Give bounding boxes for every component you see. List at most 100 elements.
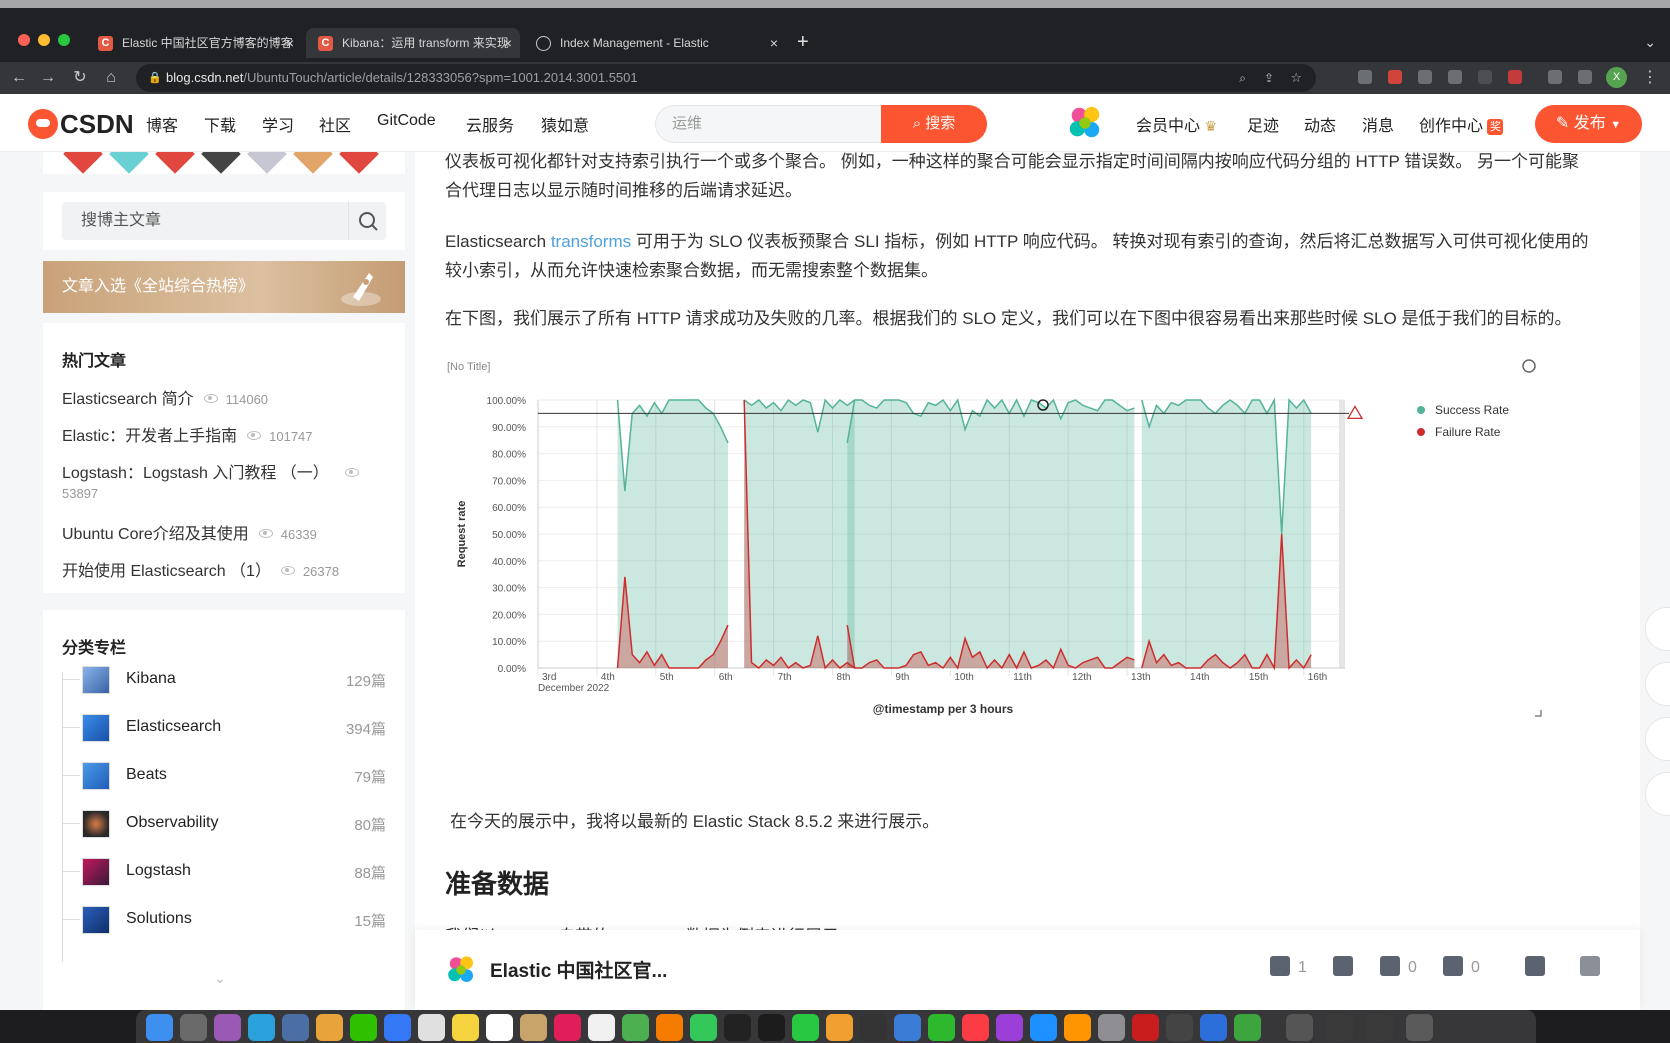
header-search-input[interactable]: 运维: [655, 105, 887, 143]
browser-tab-2[interactable]: C Kibana：运用 transform 来实现 ×: [306, 28, 520, 58]
maximize-window-button[interactable]: [58, 34, 70, 46]
nav-gitcode[interactable]: GitCode: [377, 112, 436, 130]
telegram-icon[interactable]: [248, 1014, 275, 1041]
column-item-solutions[interactable]: Solutions 15篇: [62, 900, 386, 940]
author-avatar-icon[interactable]: [445, 954, 477, 986]
transforms-link[interactable]: transforms: [551, 232, 631, 251]
home-icon[interactable]: ⌂: [101, 68, 121, 88]
extension-icon[interactable]: [1478, 70, 1492, 84]
hot-article-item[interactable]: Elasticsearch 简介 114060: [62, 385, 268, 409]
csdn-logo[interactable]: CSDN: [28, 107, 134, 141]
blogger-search-button[interactable]: [348, 202, 386, 240]
zoom-icon[interactable]: ⌕: [1239, 64, 1246, 92]
hot-list-banner[interactable]: 文章入选《全站综合热榜》: [43, 261, 405, 313]
close-tab-icon[interactable]: ×: [770, 28, 778, 58]
share-icon[interactable]: ⇪: [1264, 64, 1274, 92]
comment-button[interactable]: 0: [1443, 956, 1480, 977]
nav-learn[interactable]: 学习: [262, 112, 294, 136]
close-tab-icon[interactable]: ×: [286, 28, 294, 58]
column-item-observability[interactable]: Observability 80篇: [62, 804, 386, 844]
column-item-kibana[interactable]: Kibana 129篇: [62, 660, 386, 700]
siri-icon[interactable]: [214, 1014, 241, 1041]
reload-icon[interactable]: ↻: [70, 68, 90, 88]
app-icon[interactable]: [1326, 1014, 1353, 1041]
pages-icon[interactable]: [826, 1014, 853, 1041]
extension-icon[interactable]: [1388, 70, 1402, 84]
column-item-logstash[interactable]: Logstash 88篇: [62, 852, 386, 892]
keynote-icon[interactable]: [894, 1014, 921, 1041]
expand-columns-chevron-icon[interactable]: ⌄: [214, 970, 226, 987]
activity-monitor-icon[interactable]: [860, 1014, 887, 1041]
nav-download[interactable]: 下载: [204, 112, 236, 136]
photos-icon[interactable]: [656, 1014, 683, 1041]
notes-icon[interactable]: [452, 1014, 479, 1041]
header-search-button[interactable]: ⌕ 搜索: [881, 105, 987, 143]
nav-yuanruyi[interactable]: 猿如意: [541, 112, 589, 136]
hot-article-item[interactable]: Logstash：Logstash 入门教程 （一）: [62, 459, 359, 483]
new-tab-button[interactable]: +: [797, 32, 809, 52]
float-headset-button[interactable]: [1645, 772, 1670, 816]
app-store-icon[interactable]: [1030, 1014, 1057, 1041]
minimize-window-button[interactable]: [38, 34, 50, 46]
activity-link[interactable]: 动态: [1304, 112, 1336, 136]
footprint-link[interactable]: 足迹: [1247, 112, 1279, 136]
extension-icon[interactable]: [1358, 70, 1372, 84]
app-icon[interactable]: [1366, 1014, 1393, 1041]
profile-avatar[interactable]: X: [1606, 67, 1627, 88]
finder-icon[interactable]: [146, 1014, 173, 1041]
mail-icon[interactable]: [384, 1014, 411, 1041]
app-icon[interactable]: [282, 1014, 309, 1041]
app-icon[interactable]: [1200, 1014, 1227, 1041]
address-bar[interactable]: 🔒 blog.csdn.net/UbuntuTouch/article/deta…: [136, 64, 1316, 92]
acrobat-icon[interactable]: [1132, 1014, 1159, 1041]
float-customer-service-button[interactable]: [1645, 662, 1670, 706]
back-arrow-icon[interactable]: ←: [9, 68, 29, 88]
facetime-icon[interactable]: [792, 1014, 819, 1041]
puzzle-extensions-icon[interactable]: [1548, 70, 1562, 84]
help-icon[interactable]: [1286, 1014, 1313, 1041]
float-report-button[interactable]: [1645, 717, 1670, 761]
messages-icon[interactable]: [690, 1014, 717, 1041]
creation-center-link[interactable]: 创作中心 奖: [1419, 112, 1504, 136]
close-tab-icon[interactable]: ×: [504, 28, 512, 58]
author-name[interactable]: Elastic 中国社区官...: [490, 956, 667, 983]
maps-icon[interactable]: [622, 1014, 649, 1041]
slo-chart[interactable]: [No Title] 100.00% 90.00% 80.00% 70.00% 60.00…: [443, 358, 1603, 758]
numbers-icon[interactable]: [928, 1014, 955, 1041]
terminal-icon[interactable]: [724, 1014, 751, 1041]
hot-article-item[interactable]: 开始使用 Elasticsearch （1） 26378: [62, 557, 339, 581]
float-feedback-button[interactable]: [1645, 607, 1670, 651]
share-button[interactable]: [1525, 956, 1553, 977]
trash-icon[interactable]: [1406, 1014, 1433, 1041]
browser-tab-1[interactable]: C Elastic 中国社区官方博客的博客 ×: [86, 28, 302, 58]
reminders-icon[interactable]: [588, 1014, 615, 1041]
pdf-download-button[interactable]: [1580, 956, 1608, 977]
elastic-avatar-icon[interactable]: [1066, 104, 1104, 142]
tab-search-chevron-icon[interactable]: ⌄: [1644, 34, 1656, 51]
nav-cloud-service[interactable]: 云服务: [466, 112, 514, 136]
nav-blog[interactable]: 博客: [146, 112, 178, 136]
app-icon[interactable]: [1234, 1014, 1261, 1041]
bookmark-star-icon[interactable]: ☆: [1290, 64, 1302, 92]
extension-icon[interactable]: [1448, 70, 1462, 84]
extension-icon[interactable]: [1418, 70, 1432, 84]
app-icon[interactable]: [1166, 1014, 1193, 1041]
launchpad-icon[interactable]: [316, 1014, 343, 1041]
dislike-button[interactable]: [1333, 956, 1361, 977]
hot-article-item[interactable]: Ubuntu Core介绍及其使用 46339: [62, 520, 317, 544]
iterm-icon[interactable]: [758, 1014, 785, 1041]
forward-arrow-icon[interactable]: →: [38, 68, 58, 88]
vip-center-link[interactable]: 会员中心 ♛: [1136, 112, 1217, 136]
side-panel-icon[interactable]: [1578, 70, 1592, 84]
wechat-icon[interactable]: [350, 1014, 377, 1041]
hot-article-item[interactable]: Elastic：开发者上手指南 101747: [62, 422, 313, 446]
extension-icon[interactable]: [1508, 70, 1522, 84]
music-icon[interactable]: [962, 1014, 989, 1041]
system-preferences-icon[interactable]: [1098, 1014, 1125, 1041]
close-window-button[interactable]: [18, 34, 30, 46]
browser-tab-3[interactable]: Index Management - Elastic ×: [524, 28, 786, 58]
blogger-search-input[interactable]: 搜博主文章: [62, 202, 386, 240]
sublime-icon[interactable]: [1064, 1014, 1091, 1041]
slack-icon[interactable]: [554, 1014, 581, 1041]
publish-button[interactable]: ✎ 发布 ▼: [1535, 105, 1642, 143]
